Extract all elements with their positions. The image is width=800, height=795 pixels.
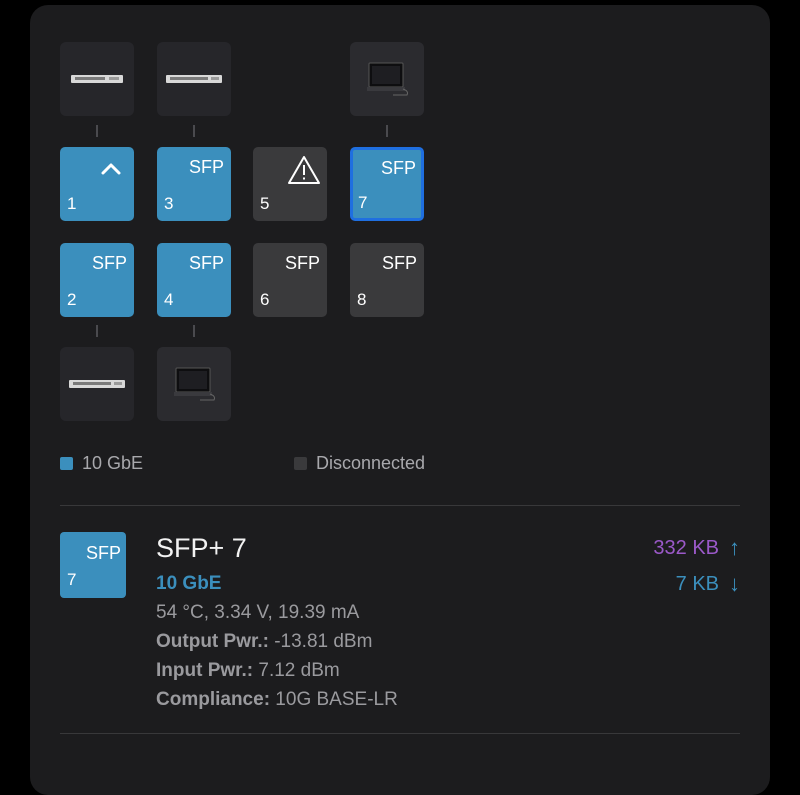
port-4[interactable]: SFP 4	[157, 243, 231, 317]
link-line	[193, 125, 195, 137]
port-number: 6	[260, 290, 270, 309]
port-type-label: SFP	[188, 157, 224, 177]
rx-rate: 7 KB ↓	[676, 571, 740, 597]
monitor-icon	[367, 62, 408, 96]
port-number: 4	[164, 290, 174, 309]
tx-rate: 332 KB ↑	[653, 535, 740, 561]
device-monitor-port-7[interactable]	[350, 42, 424, 116]
arrow-up-icon: ↑	[729, 535, 740, 560]
switch-icon	[71, 75, 123, 83]
port-6[interactable]: SFP 6	[253, 243, 327, 317]
switch-icon	[69, 380, 125, 388]
port-type-label: SFP	[284, 253, 320, 273]
port-3[interactable]: SFP 3	[157, 147, 231, 221]
port-type-label: SFP	[381, 253, 417, 273]
port-number: 3	[164, 194, 174, 213]
compliance-value: 10G BASE-LR	[270, 689, 398, 710]
output-power-value: -13.81 dBm	[268, 631, 373, 652]
rx-rate-value: 7 KB	[675, 572, 719, 595]
port-type-label: SFP	[188, 253, 224, 273]
port-number: 7	[358, 193, 368, 212]
device-switch-port-1[interactable]	[60, 42, 134, 116]
arrow-down-icon: ↓	[729, 571, 740, 596]
output-power: Output Pwr.: -13.81 dBm	[156, 631, 372, 653]
link-line	[193, 325, 195, 337]
port-number: 2	[67, 290, 77, 309]
input-power-label: Input Pwr.:	[156, 660, 254, 681]
input-power-value: 7.12 dBm	[253, 660, 340, 681]
legend-label: Disconnected	[316, 453, 426, 473]
port-type-label: SFP	[380, 158, 416, 178]
port-number: 8	[357, 290, 367, 309]
compliance: Compliance: 10G BASE-LR	[156, 689, 398, 711]
port-7[interactable]: SFP 7	[350, 147, 424, 221]
legend-swatch-up	[60, 457, 73, 470]
port-2[interactable]: SFP 2	[60, 243, 134, 317]
port-number: 7	[67, 570, 77, 589]
link-line	[96, 325, 98, 337]
port-type-label: SFP	[91, 253, 127, 273]
legend-label: 10 GbE	[82, 453, 144, 473]
legend-connected: 10 GbE	[60, 453, 143, 474]
chevron-up-icon	[101, 163, 121, 175]
output-power-label: Output Pwr.:	[156, 631, 269, 652]
device-switch-port-2[interactable]	[60, 347, 134, 421]
tx-rate-value: 332 KB	[653, 536, 719, 559]
port-number: 1	[67, 194, 77, 213]
legend-swatch-down	[294, 457, 307, 470]
input-power: Input Pwr.: 7.12 dBm	[156, 660, 340, 682]
port-number: 5	[260, 194, 270, 213]
divider	[60, 733, 740, 734]
link-line	[96, 125, 98, 137]
port-title: SFP+ 7	[156, 533, 247, 563]
divider	[60, 505, 740, 506]
port-stats: 54 °C, 3.34 V, 19.39 mA	[156, 602, 360, 623]
device-switch-port-3[interactable]	[157, 42, 231, 116]
selected-port-tile: SFP 7	[60, 532, 126, 598]
switch-icon	[166, 75, 222, 83]
legend-disconnected: Disconnected	[294, 453, 425, 474]
port-8[interactable]: SFP 8	[350, 243, 424, 317]
port-1[interactable]: 1	[60, 147, 134, 221]
compliance-label: Compliance:	[156, 689, 271, 710]
port-5[interactable]: 5	[253, 147, 327, 221]
port-panel-card: 1 SFP 3 5 SFP 7 SFP 2 SFP 4 SFP 6 SFP 8	[30, 5, 770, 795]
link-line	[386, 125, 388, 137]
warning-icon	[288, 156, 320, 184]
device-monitor-port-4[interactable]	[157, 347, 231, 421]
port-speed: 10 GbE	[156, 573, 222, 594]
port-type-label: SFP	[85, 543, 121, 563]
monitor-icon	[174, 367, 215, 401]
